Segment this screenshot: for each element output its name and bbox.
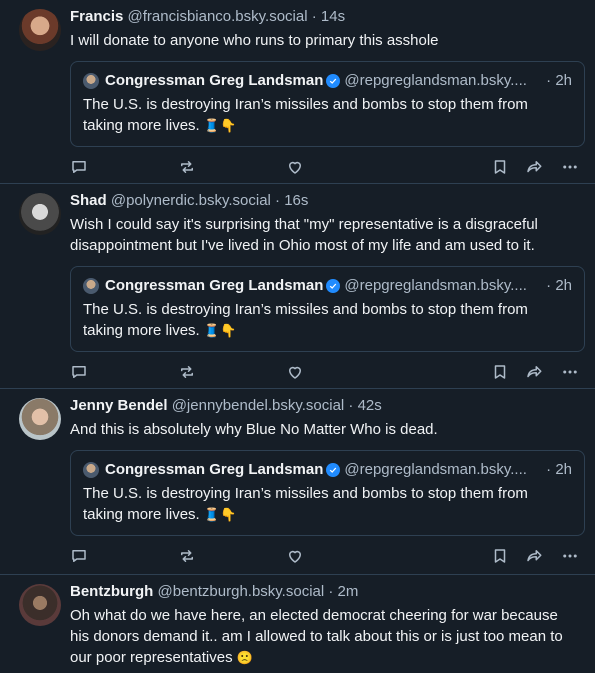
- post-text: Wish I could say it's surprising that "m…: [70, 216, 538, 254]
- quote-avatar: [83, 73, 99, 89]
- avatar[interactable]: [19, 9, 61, 51]
- author-name[interactable]: Shad: [70, 192, 107, 209]
- verified-icon: [326, 74, 341, 88]
- avatar[interactable]: [19, 193, 61, 235]
- separator: ·: [348, 397, 354, 414]
- quote-time: · 2h: [546, 277, 572, 294]
- post-time[interactable]: 16s: [284, 192, 308, 209]
- separator: ·: [328, 583, 334, 600]
- quote-header: Congressman Greg Landsman @repgreglandsm…: [83, 461, 572, 479]
- post-header: Bentzburgh @bentzburgh.bsky.social · 2m: [70, 583, 581, 601]
- author-name[interactable]: Jenny Bendel: [70, 397, 168, 414]
- separator: ·: [311, 8, 317, 25]
- post[interactable]: Bentzburgh @bentzburgh.bsky.social · 2m …: [0, 575, 595, 673]
- post-actions: [70, 147, 581, 185]
- quote-card[interactable]: Congressman Greg Landsman @repgreglandsm…: [70, 266, 585, 352]
- quote-author-name: Congressman Greg Landsman: [105, 461, 324, 478]
- quote-text: The U.S. is destroying Iran’s missiles a…: [83, 301, 528, 339]
- quote-header: Congressman Greg Landsman @repgreglandsm…: [83, 277, 572, 295]
- post-actions: [70, 536, 581, 574]
- quote-time: · 2h: [546, 461, 572, 478]
- repost-icon[interactable]: [178, 158, 196, 176]
- quote-card[interactable]: Congressman Greg Landsman @repgreglandsm…: [70, 450, 585, 536]
- bookmark-icon[interactable]: [491, 158, 509, 176]
- author-name[interactable]: Francis: [70, 8, 123, 25]
- more-icon[interactable]: [561, 363, 579, 381]
- quote-card[interactable]: Congressman Greg Landsman @repgreglandsm…: [70, 61, 585, 147]
- feed: Francis @francisbianco.bsky.social · 14s…: [0, 0, 595, 673]
- reply-icon[interactable]: [70, 363, 88, 381]
- verified-icon: [326, 279, 341, 293]
- quote-author-name: Congressman Greg Landsman: [105, 277, 324, 294]
- bookmark-icon[interactable]: [491, 363, 509, 381]
- frown-emoji: 🙁: [236, 650, 253, 665]
- like-icon[interactable]: [286, 158, 304, 176]
- post-header: Shad @polynerdic.bsky.social · 16s: [70, 192, 581, 210]
- thread-emoji: 🧵👇: [203, 507, 237, 522]
- avatar[interactable]: [19, 398, 61, 440]
- author-handle[interactable]: @bentzburgh.bsky.social: [158, 583, 325, 600]
- post-time[interactable]: 2m: [338, 583, 359, 600]
- verified-icon: [326, 463, 341, 477]
- reply-icon[interactable]: [70, 547, 88, 565]
- like-icon[interactable]: [286, 363, 304, 381]
- quote-author-handle: @repgreglandsman.bsky....: [344, 277, 527, 294]
- post-time[interactable]: 14s: [321, 8, 345, 25]
- quote-header: Congressman Greg Landsman @repgreglandsm…: [83, 72, 572, 90]
- quote-author-handle: @repgreglandsman.bsky....: [344, 72, 527, 89]
- post[interactable]: Francis @francisbianco.bsky.social · 14s…: [0, 0, 595, 184]
- quote-time: · 2h: [546, 72, 572, 89]
- post-text: And this is absolutely why Blue No Matte…: [70, 421, 438, 438]
- post[interactable]: Shad @polynerdic.bsky.social · 16s Wish …: [0, 184, 595, 389]
- author-name[interactable]: Bentzburgh: [70, 583, 153, 600]
- quote-avatar: [83, 278, 99, 294]
- post-header: Francis @francisbianco.bsky.social · 14s: [70, 8, 581, 26]
- bookmark-icon[interactable]: [491, 547, 509, 565]
- repost-icon[interactable]: [178, 547, 196, 565]
- author-handle[interactable]: @jennybendel.bsky.social: [172, 397, 345, 414]
- quote-text: The U.S. is destroying Iran’s missiles a…: [83, 96, 528, 134]
- author-handle[interactable]: @francisbianco.bsky.social: [128, 8, 308, 25]
- avatar[interactable]: [19, 584, 61, 626]
- thread-emoji: 🧵👇: [203, 118, 237, 133]
- post[interactable]: Jenny Bendel @jennybendel.bsky.social · …: [0, 389, 595, 575]
- more-icon[interactable]: [561, 158, 579, 176]
- post-header: Jenny Bendel @jennybendel.bsky.social · …: [70, 397, 581, 415]
- repost-icon[interactable]: [178, 363, 196, 381]
- quote-author-handle: @repgreglandsman.bsky....: [344, 461, 527, 478]
- share-icon[interactable]: [525, 363, 543, 381]
- post-actions: [70, 352, 581, 390]
- quote-text: The U.S. is destroying Iran’s missiles a…: [83, 485, 528, 523]
- share-icon[interactable]: [525, 547, 543, 565]
- thread-emoji: 🧵👇: [203, 323, 237, 338]
- separator: ·: [275, 192, 281, 209]
- author-handle[interactable]: @polynerdic.bsky.social: [111, 192, 271, 209]
- post-time[interactable]: 42s: [358, 397, 382, 414]
- quote-avatar: [83, 462, 99, 478]
- post-text: I will donate to anyone who runs to prim…: [70, 32, 439, 49]
- reply-icon[interactable]: [70, 158, 88, 176]
- post-text: Oh what do we have here, an elected demo…: [70, 607, 563, 666]
- quote-author-name: Congressman Greg Landsman: [105, 72, 324, 89]
- like-icon[interactable]: [286, 547, 304, 565]
- more-icon[interactable]: [561, 547, 579, 565]
- share-icon[interactable]: [525, 158, 543, 176]
